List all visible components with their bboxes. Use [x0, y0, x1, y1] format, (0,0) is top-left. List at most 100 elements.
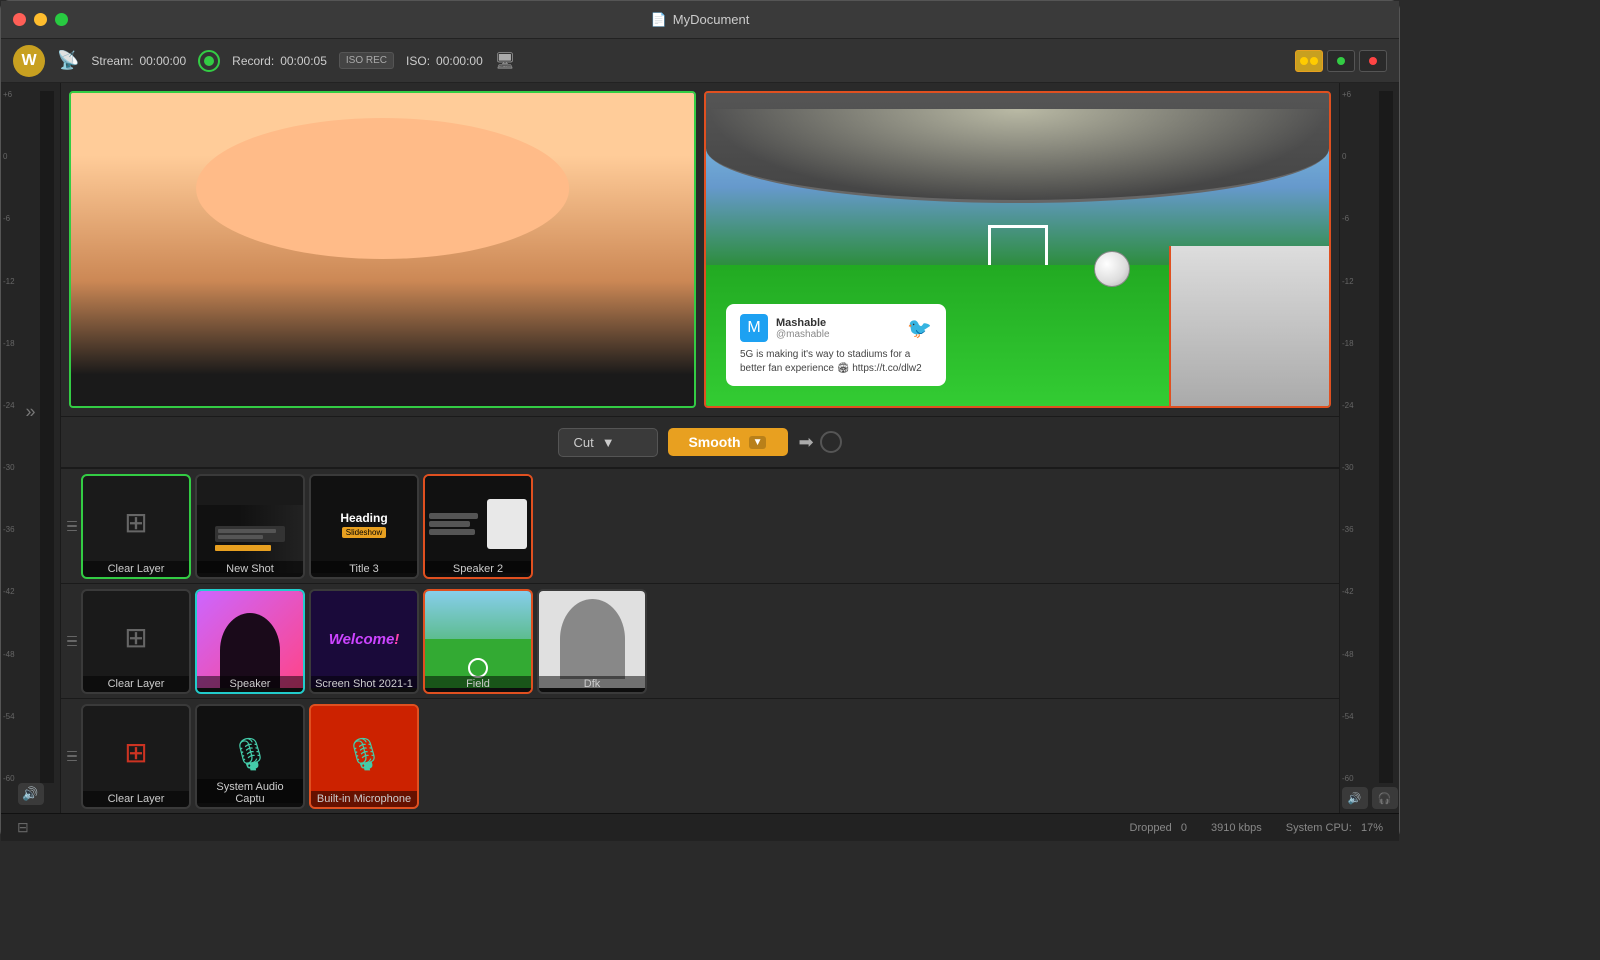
scene-card-clear-layer-2[interactable]: ⊞ Clear Layer [81, 589, 191, 694]
preview-output[interactable]: M Mashable @mashable 🐦 5G is making it's… [704, 91, 1331, 408]
iso-indicator: ISO: 00:00:00 [406, 54, 483, 68]
speaker-output-button[interactable]: 🔊 [1342, 787, 1368, 809]
scene-row-3: ⊞ Clear Layer 🎙 System Audio Captu 🎙 [61, 698, 1339, 813]
maximize-button[interactable] [55, 13, 68, 26]
record-button[interactable] [198, 50, 220, 72]
vu-r-n54: -54 [1342, 713, 1354, 721]
statusbar-icon: ⊟ [17, 819, 29, 836]
scene-card-speaker-2[interactable]: Speaker 2 [423, 474, 533, 579]
stadium-background: M Mashable @mashable 🐦 5G is making it's… [706, 93, 1329, 406]
scene-card-new-shot[interactable]: New Shot [195, 474, 305, 579]
main-area: +6 0 -6 -12 -18 -24 -30 -36 -42 -48 -54 … [1, 83, 1399, 813]
toolbar: W 📡 Stream: 00:00:00 Record: 00:00:05 IS… [1, 39, 1399, 83]
tweet-overlay: M Mashable @mashable 🐦 5G is making it's… [726, 304, 946, 386]
app-logo[interactable]: W [13, 45, 45, 77]
cut-dropdown[interactable]: Cut ▼ [558, 428, 658, 457]
document-icon: 📄 [651, 12, 667, 28]
expand-left-icon[interactable]: » [25, 401, 35, 421]
welcome-text: Welcome! [329, 631, 400, 648]
handle-line [67, 636, 77, 638]
heading-card-content: Heading Slideshow [311, 476, 417, 573]
bitrate-value: 3910 kbps [1211, 822, 1262, 834]
vu-r-n36: -36 [1342, 526, 1354, 534]
speaker1-content [197, 591, 303, 688]
speaker2-avatar [487, 499, 527, 549]
cpu-indicator: System CPU: 17% [1286, 822, 1383, 834]
dropped-indicator: Dropped 0 [1130, 822, 1188, 834]
iso-rec-label: ISO REC [346, 55, 387, 66]
preview-screens: M Mashable @mashable 🐦 5G is making it's… [61, 83, 1339, 416]
scene-card-screenshot[interactable]: Welcome! Screen Shot 2021-1 [309, 589, 419, 694]
dropped-value: 0 [1181, 822, 1187, 834]
screenshot-content: Welcome! [311, 591, 417, 688]
tweet-text: 5G is making it's way to stadiums for a … [740, 348, 932, 376]
statusbar: ⊟ Dropped 0 3910 kbps System CPU: 17% [1, 813, 1399, 841]
tweet-account: Mashable @mashable [776, 317, 830, 340]
scenes-area: ⊞ Clear Layer [61, 468, 1339, 813]
preview-program[interactable] [69, 91, 696, 408]
view-btn-1[interactable] [1295, 50, 1323, 72]
microphone-icon: 🎙 [230, 735, 271, 773]
vu-r-n18: -18 [1342, 340, 1354, 348]
transition-arrow: ➡ [798, 431, 841, 453]
scene-card-builtin-mic[interactable]: 🎙 Built-in Microphone [309, 704, 419, 809]
row-3-handle[interactable] [65, 747, 77, 766]
clear-layer-2-content: ⊞ [83, 591, 189, 688]
vu-r-n24: -24 [1342, 402, 1354, 410]
builtin-mic-content: 🎙 [311, 706, 417, 803]
transition-circle [820, 431, 842, 453]
vu-label-p6: +6 [3, 91, 15, 99]
scene-card-label-dfk: Dfk [539, 676, 645, 692]
scene-card-label-new-shot: New Shot [197, 561, 303, 577]
headphone-button[interactable]: 🎧 [1372, 787, 1398, 809]
vu-r-0: 0 [1342, 153, 1354, 161]
clear-layer-3-content: ⊞ [83, 706, 189, 803]
scene-card-field[interactable]: Field [423, 589, 533, 694]
scene-card-clear-layer-3[interactable]: ⊞ Clear Layer [81, 704, 191, 809]
view-dot-green [1337, 57, 1345, 65]
scene-card-label-field: Field [425, 676, 531, 692]
vu-r-n48: -48 [1342, 651, 1354, 659]
handle-line [67, 530, 77, 532]
handle-line [67, 751, 77, 753]
scene-card-title-3[interactable]: Heading Slideshow Title 3 [309, 474, 419, 579]
window-title: 📄 MyDocument [651, 12, 750, 28]
field-circle [468, 658, 488, 678]
transition-bar: Cut ▼ Smooth ▼ ➡ [61, 416, 1339, 468]
vu-label-n18: -18 [3, 340, 15, 348]
scene-card-speaker-1[interactable]: Speaker [195, 589, 305, 694]
view-btn-2[interactable] [1327, 50, 1355, 72]
vu-bar-left [40, 91, 54, 783]
scene-row-2: ⊞ Clear Layer Speaker Welcome! Scr [61, 583, 1339, 698]
iso-rec-badge: ISO REC [339, 52, 394, 69]
handle-line [67, 755, 77, 757]
speaker2-content [425, 476, 531, 573]
row-1-handle[interactable] [65, 517, 77, 536]
cpu-label: System CPU: [1286, 822, 1352, 834]
statusbar-left: ⊟ [17, 819, 29, 836]
mashable-logo: M [740, 314, 768, 342]
speaker-mute-button[interactable]: 🔊 [18, 783, 44, 805]
wifi-icon: 📡 [57, 50, 79, 71]
handle-line [67, 760, 77, 762]
layers-icon-red: ⊞ [124, 736, 147, 769]
scene-card-clear-layer-1[interactable]: ⊞ Clear Layer [81, 474, 191, 579]
smooth-button[interactable]: Smooth ▼ [668, 428, 788, 456]
vu-meter-left: +6 0 -6 -12 -18 -24 -30 -36 -42 -48 -54 … [1, 83, 61, 813]
smooth-label: Smooth [688, 434, 740, 450]
scene-card-sys-audio[interactable]: 🎙 System Audio Captu [195, 704, 305, 809]
row-2-handle[interactable] [65, 632, 77, 651]
vu-r-n12: -12 [1342, 278, 1354, 286]
minimize-button[interactable] [34, 13, 47, 26]
vu-label-n30: -30 [3, 464, 15, 472]
view-btn-3[interactable] [1359, 50, 1387, 72]
window-controls [13, 13, 68, 26]
scene-card-label-title-3: Title 3 [311, 561, 417, 577]
scene-card-label-clear-2: Clear Layer [83, 676, 189, 692]
close-button[interactable] [13, 13, 26, 26]
scene-card-dfk[interactable]: Dfk [537, 589, 647, 694]
titlebar: 📄 MyDocument [1, 1, 1399, 39]
scene-card-label-speaker1: Speaker [197, 676, 303, 692]
layers-icon-2: ⊞ [124, 621, 147, 654]
monitor-icon[interactable]: 🖥 [495, 51, 515, 71]
